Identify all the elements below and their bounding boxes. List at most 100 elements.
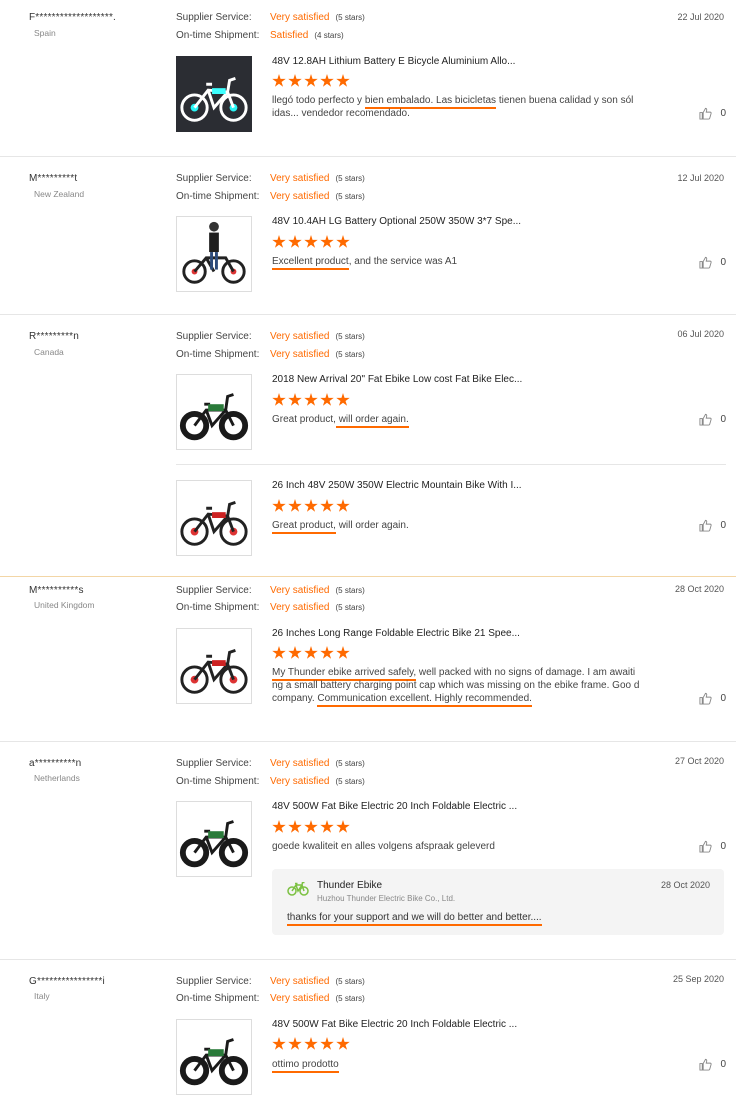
product-divider xyxy=(176,464,726,465)
product-title-link[interactable]: 48V 10.4AH LG Battery Optional 250W 350W… xyxy=(272,216,521,227)
reviewed-product: 26 Inches Long Range Foldable Electric B… xyxy=(176,628,726,707)
supplier-service-rating: Very satisfied (5 stars) xyxy=(270,758,365,769)
star-icon xyxy=(288,1037,302,1050)
helpful-count: 0 xyxy=(720,108,726,119)
supplier-service-label: Supplier Service: xyxy=(176,331,252,342)
reviewed-product: 2018 New Arrival 20" Fat Ebike Low cost … xyxy=(176,374,726,450)
review-date: 06 Jul 2020 xyxy=(677,329,724,339)
product-image[interactable] xyxy=(176,628,252,704)
star-icon xyxy=(288,820,302,833)
helpful-button[interactable]: 0 xyxy=(699,256,726,269)
thumbs-up-icon xyxy=(699,1058,712,1071)
star-icon xyxy=(336,235,350,248)
on-time-shipment-rating: Very satisfied (5 stars) xyxy=(270,776,365,787)
buyer-country: New Zealand xyxy=(34,189,85,199)
helpful-button[interactable]: 0 xyxy=(699,840,726,853)
supplier-service-label: Supplier Service: xyxy=(176,758,252,769)
star-icon xyxy=(336,820,350,833)
buyer-name: G****************i xyxy=(29,976,105,987)
star-icon xyxy=(336,74,350,87)
product-title-link[interactable]: 2018 New Arrival 20" Fat Ebike Low cost … xyxy=(272,374,522,385)
seller-name: Thunder Ebike xyxy=(317,880,383,891)
product-title-link[interactable]: 26 Inches Long Range Foldable Electric B… xyxy=(272,628,520,639)
reviewed-product: 48V 10.4AH LG Battery Optional 250W 350W… xyxy=(176,216,726,292)
product-title-link[interactable]: 48V 500W Fat Bike Electric 20 Inch Folda… xyxy=(272,1019,517,1030)
product-image[interactable] xyxy=(176,374,252,450)
on-time-shipment-label: On-time Shipment: xyxy=(176,191,260,202)
star-icon xyxy=(336,393,350,406)
star-icon xyxy=(320,820,334,833)
star-icon xyxy=(288,393,302,406)
helpful-button[interactable]: 0 xyxy=(699,413,726,426)
review-text: Great product, will order again. xyxy=(272,519,644,534)
review-text: goede kwaliteit en alles volgens afspraa… xyxy=(272,841,495,852)
review-date: 12 Jul 2020 xyxy=(677,173,724,183)
star-icon xyxy=(320,235,334,248)
star-icon xyxy=(272,1037,286,1050)
seller-reply: Thunder Ebike Huzhou Thunder Electric Bi… xyxy=(272,869,724,935)
product-image[interactable] xyxy=(176,216,252,292)
reply-date: 28 Oct 2020 xyxy=(660,880,710,890)
on-time-shipment-rating: Very satisfied (5 stars) xyxy=(270,191,365,202)
helpful-count: 0 xyxy=(720,693,726,704)
review-item: M*********t New Zealand Supplier Service… xyxy=(0,157,736,315)
star-icon xyxy=(304,820,318,833)
star-icon xyxy=(320,1037,334,1050)
buyer-name: M**********s xyxy=(29,585,84,596)
review-date: 22 Jul 2020 xyxy=(677,12,724,22)
thumbs-up-icon xyxy=(699,107,712,120)
product-star-rating xyxy=(272,235,350,249)
buyer-name: M*********t xyxy=(29,173,78,184)
reply-text: thanks for your support and we will do b… xyxy=(287,912,542,926)
review-text: Excellent product, and the service was A… xyxy=(272,255,644,270)
thumbs-up-icon xyxy=(699,519,712,532)
star-icon xyxy=(304,646,318,659)
star-icon xyxy=(320,646,334,659)
on-time-shipment-label: On-time Shipment: xyxy=(176,993,260,1004)
review-item: R*********n Canada Supplier Service: Ver… xyxy=(0,315,736,577)
review-item: M**********s United Kingdom Supplier Ser… xyxy=(0,577,736,742)
helpful-count: 0 xyxy=(720,520,726,531)
helpful-button[interactable]: 0 xyxy=(699,692,726,705)
star-icon xyxy=(336,499,350,512)
on-time-shipment-rating: Very satisfied (5 stars) xyxy=(270,993,365,1004)
helpful-count: 0 xyxy=(720,1059,726,1070)
product-star-rating xyxy=(272,74,350,88)
star-icon xyxy=(272,820,286,833)
star-icon xyxy=(304,235,318,248)
product-image[interactable] xyxy=(176,1019,252,1095)
product-star-rating xyxy=(272,646,350,660)
supplier-service-rating: Very satisfied (5 stars) xyxy=(270,173,365,184)
supplier-service-rating: Very satisfied (5 stars) xyxy=(270,12,365,23)
helpful-button[interactable]: 0 xyxy=(699,519,726,532)
on-time-shipment-rating: Very satisfied (5 stars) xyxy=(270,602,365,613)
star-icon xyxy=(304,393,318,406)
reviewed-product: 48V 12.8AH Lithium Battery E Bicycle Alu… xyxy=(176,56,726,132)
product-image[interactable] xyxy=(176,480,252,556)
thumbs-up-icon xyxy=(699,692,712,705)
helpful-button[interactable]: 0 xyxy=(699,107,726,120)
reviewed-product: 48V 500W Fat Bike Electric 20 Inch Folda… xyxy=(176,801,726,877)
helpful-count: 0 xyxy=(720,257,726,268)
star-icon xyxy=(288,499,302,512)
review-date: 28 Oct 2020 xyxy=(674,584,724,594)
product-title-link[interactable]: 48V 500W Fat Bike Electric 20 Inch Folda… xyxy=(272,801,517,812)
product-title-link[interactable]: 48V 12.8AH Lithium Battery E Bicycle Alu… xyxy=(272,56,515,67)
buyer-name: a**********n xyxy=(29,758,82,769)
star-icon xyxy=(320,499,334,512)
supplier-service-label: Supplier Service: xyxy=(176,976,252,987)
product-title-link[interactable]: 26 Inch 48V 250W 350W Electric Mountain … xyxy=(272,480,522,491)
product-image[interactable] xyxy=(176,801,252,877)
star-icon xyxy=(336,1037,350,1050)
buyer-name: F*******************. xyxy=(29,12,117,23)
thumbs-up-icon xyxy=(699,256,712,269)
star-icon xyxy=(320,393,334,406)
star-icon xyxy=(288,646,302,659)
reviewed-product: 48V 500W Fat Bike Electric 20 Inch Folda… xyxy=(176,1019,726,1095)
star-icon xyxy=(272,235,286,248)
review-item: a**********n Netherlands Supplier Servic… xyxy=(0,742,736,960)
helpful-button[interactable]: 0 xyxy=(699,1058,726,1071)
on-time-shipment-label: On-time Shipment: xyxy=(176,349,260,360)
bicycle-logo-icon xyxy=(287,881,309,899)
product-image[interactable] xyxy=(176,56,252,132)
